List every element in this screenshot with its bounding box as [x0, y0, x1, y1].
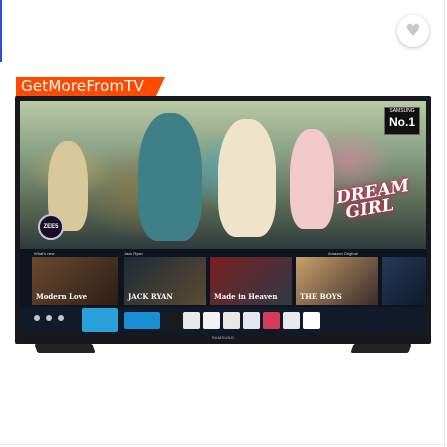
tile-modern-love[interactable]: Modern Love — [32, 257, 118, 305]
app-tile-4[interactable] — [183, 312, 200, 329]
settings-icon[interactable] — [46, 315, 52, 321]
tv-stand-right — [350, 344, 412, 353]
app-tile-6[interactable] — [223, 312, 240, 329]
app-tile-7[interactable] — [243, 312, 260, 329]
hero-poster: DREAM GIRL ZEE5 SAMSUNG No.1 — [20, 101, 426, 249]
dream-girl-logo: DREAM GIRL — [334, 175, 411, 224]
rating-badge: SAMSUNG No.1 — [384, 107, 420, 135]
tile-next[interactable] — [382, 257, 426, 305]
rail-label-1: What's new — [34, 251, 55, 256]
tv-stand-left — [34, 344, 96, 353]
app-youtube[interactable] — [203, 312, 220, 329]
smart-hub-app-bar — [20, 307, 426, 333]
tile-the-boys[interactable]: THE BOYS — [296, 257, 378, 305]
bottom-edge-divider — [0, 444, 447, 445]
app-prime-video[interactable] — [124, 312, 160, 329]
content-rails: What's new Jack Ryan Amazon Original Mod… — [20, 249, 426, 307]
hero-figure-center — [138, 113, 202, 241]
rail-label-2: Jack Ryan — [124, 251, 143, 256]
hero-figure-right — [218, 119, 276, 237]
tile-made-in-heaven[interactable]: Made in Heaven — [210, 257, 292, 305]
watermark-banner: GetMoreFromTV — [16, 77, 165, 96]
tile-title-1: Modern Love — [36, 292, 88, 301]
tile-title-4: THE BOYS — [300, 292, 342, 301]
tv-screen: DREAM GIRL ZEE5 SAMSUNG No.1 What's new … — [20, 101, 426, 333]
tile-title-2: JACK RYAN — [128, 292, 173, 301]
zee5-logo: ZEE5 — [38, 214, 64, 240]
app-sony[interactable] — [263, 312, 280, 329]
app-apple-tv[interactable] — [163, 312, 180, 329]
wishlist-button[interactable]: ♥ — [397, 15, 429, 47]
right-edge-divider — [444, 0, 445, 447]
badge-top-text: SAMSUNG — [389, 108, 415, 114]
rail-label-3: Amazon Original — [328, 251, 358, 256]
app-tile-9[interactable] — [283, 312, 300, 329]
brand-logo: SAMSUNG — [211, 335, 235, 340]
hero-figure-far-right — [290, 129, 334, 229]
app-tile-10[interactable] — [303, 312, 320, 329]
home-icon[interactable] — [58, 315, 64, 321]
left-edge-divider — [0, 0, 2, 62]
tile-title-3: Made in Heaven — [214, 292, 278, 301]
search-icon[interactable] — [34, 315, 40, 321]
heart-icon: ♥ — [405, 20, 421, 41]
badge-main-text: No.1 — [388, 115, 415, 129]
tile-jack-ryan[interactable]: JACK RYAN — [124, 257, 206, 305]
app-tile-selected[interactable] — [82, 308, 118, 332]
